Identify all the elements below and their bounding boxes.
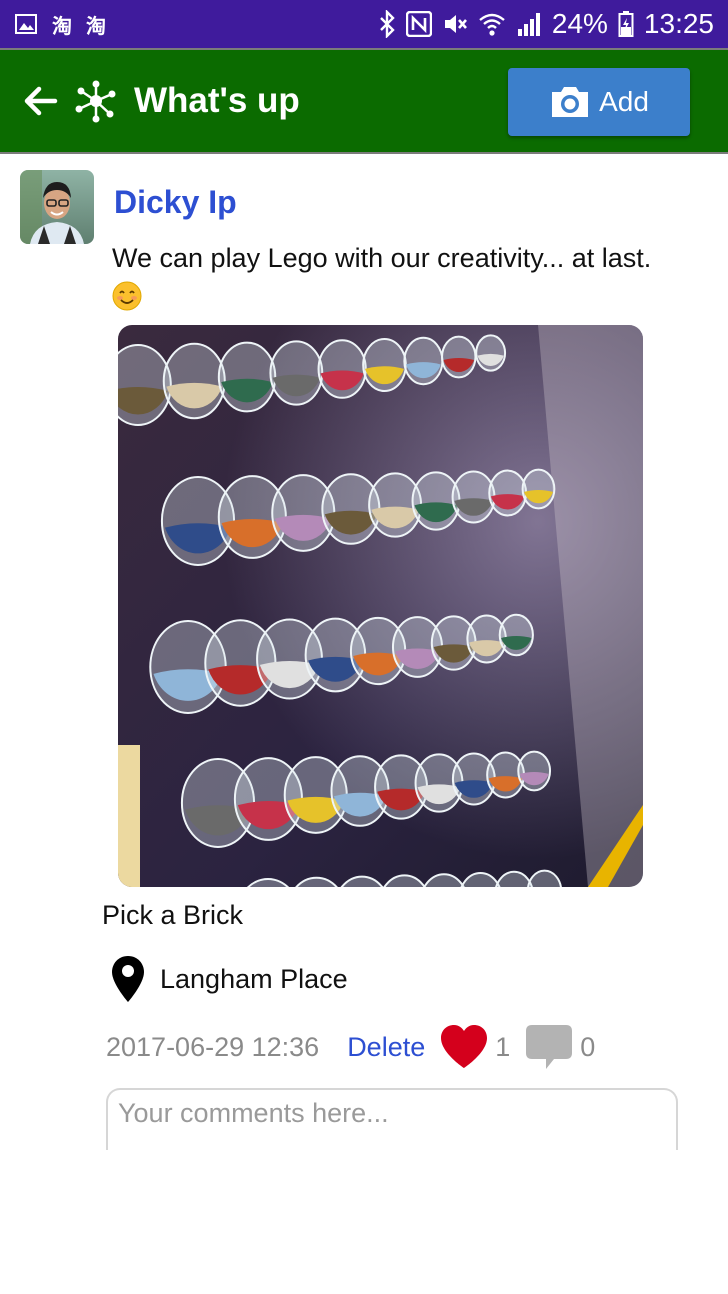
- status-bar: 淘 淘 24% 13:25: [0, 0, 728, 48]
- author-name[interactable]: Dicky Ip: [114, 184, 237, 221]
- status-left-icons: 淘 淘: [14, 10, 106, 39]
- delete-button[interactable]: Delete: [347, 1032, 425, 1063]
- post-text: We can play Lego with our creativity... …: [112, 240, 702, 312]
- smiling-face-emoji-icon: [112, 281, 142, 311]
- status-right-icons: 24% 13:25: [378, 8, 714, 40]
- location-row[interactable]: Langham Place: [110, 954, 348, 1004]
- post-meta-row: 2017-06-29 12:36 Delete 1 0: [106, 1022, 595, 1072]
- signal-icon: [516, 11, 542, 37]
- post-text-body: We can play Lego with our creativity... …: [112, 243, 652, 273]
- network-logo-icon: [74, 79, 118, 123]
- camera-icon: [552, 87, 589, 117]
- taobao-icon: 淘: [52, 15, 72, 38]
- comment-button[interactable]: 0: [524, 1023, 595, 1071]
- lego-wall-photo: [118, 325, 643, 887]
- heart-icon: [441, 1025, 488, 1068]
- like-count: 1: [495, 1031, 511, 1062]
- avatar[interactable]: [20, 170, 94, 244]
- post-timestamp: 2017-06-29 12:36: [106, 1031, 320, 1062]
- location-pin-icon: [112, 956, 144, 1002]
- app-bar: What's up Add: [0, 48, 728, 154]
- location-name: Langham Place: [160, 963, 348, 994]
- taobao-icon: 淘: [86, 15, 106, 38]
- back-button[interactable]: [20, 81, 60, 121]
- back-arrow-icon: [24, 86, 58, 116]
- photo-caption: Pick a Brick: [102, 900, 244, 930]
- nfc-icon: [405, 11, 432, 37]
- mute-icon: [442, 11, 468, 37]
- battery-icon: [618, 10, 634, 38]
- like-button[interactable]: 1: [439, 1024, 510, 1070]
- page-title: What's up: [134, 81, 300, 120]
- comment-input[interactable]: [106, 1088, 678, 1150]
- add-button-label: Add: [599, 86, 649, 117]
- bluetooth-icon: [378, 10, 396, 38]
- comment-bubble-icon: [526, 1025, 573, 1069]
- comment-count: 0: [580, 1031, 596, 1062]
- clock: 13:25: [643, 8, 714, 39]
- wifi-icon: [478, 11, 506, 37]
- image-icon: [14, 12, 38, 36]
- battery-percent: 24%: [551, 8, 608, 39]
- post-photo[interactable]: [118, 325, 643, 887]
- add-button[interactable]: Add: [508, 68, 690, 136]
